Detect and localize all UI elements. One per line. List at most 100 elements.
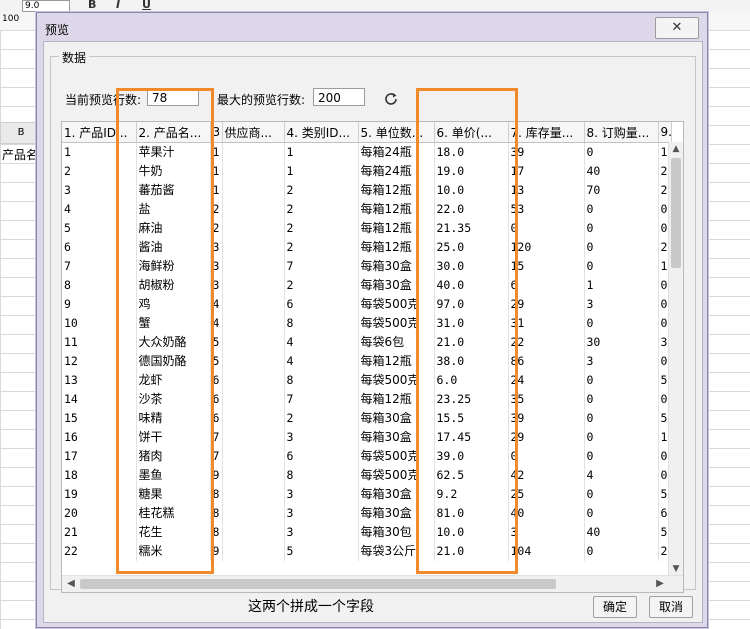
preview-table-container[interactable]: 1. 产品ID... 2. 产品名... 3 供应商... 4. 类别ID... 5. 单… [61,121,684,593]
table-row[interactable]: 10 蟹 4 8 每袋500克 31.0 31 0 0 [62,314,672,333]
column-header[interactable]: 1. 产品ID... [62,122,137,143]
table-cell: 104 [508,542,585,561]
table-cell: 7 [62,257,137,276]
column-header[interactable]: 6. 单价(... [434,122,509,143]
table-row[interactable]: 4 盐 2 2 每箱12瓶 22.0 53 0 0 [62,200,672,219]
table-cell: 16 [62,428,137,447]
table-cell: 每箱30盒 [358,428,435,447]
table-row[interactable]: 22糯米95每袋3公斤21.0104025 [62,542,672,561]
table-cell: 0 [584,485,659,504]
underline-button[interactable]: U [142,0,151,11]
table-row[interactable]: 1苹果汁11每箱24瓶18.039010 [62,142,672,162]
table-row[interactable]: 11大众奶酪54每袋6包21.0223030 [62,333,672,352]
table-cell: 鸡 [136,295,211,314]
vertical-scroll-thumb[interactable] [671,158,681,268]
table-cell: 70 [584,181,659,200]
table-row[interactable]: 12 德国奶酪 5 4 每箱12瓶 38.0 86 3 0 [62,352,672,371]
table-row[interactable]: 15 味精 6 2 每箱30盒 15.5 39 0 5 [62,409,672,428]
table-row[interactable]: 20 桂花糕 8 3 每箱30盒 81.0 40 0 6 [62,504,672,523]
table-cell: 8 [210,523,223,542]
table-cell: 7 [210,447,223,466]
table-cell: 桂花糕 [136,504,211,523]
table-cell: 5 [62,219,137,238]
table-cell: 3 [284,504,359,523]
table-cell: 10 [62,314,137,333]
table-cell: 蟹 [136,314,211,333]
table-cell: 0 [584,314,659,333]
bold-button[interactable]: B [88,0,96,11]
table-row[interactable]: 21 花生 8 3 每箱30包 10.0 3 40 5 [62,523,672,542]
table-cell [222,523,285,542]
table-row[interactable]: 3蕃茄酱12每箱12瓶10.0137025 [62,181,672,200]
column-header[interactable]: 9. [658,122,672,143]
italic-button[interactable]: I [116,0,120,11]
table-row[interactable]: 17 猪肉 7 6 每袋500克 39.0 0 0 0 [62,447,672,466]
table-cell: 每箱30盒 [358,485,435,504]
close-button[interactable]: ✕ [655,17,699,39]
table-cell: 25.0 [434,238,509,257]
table-row[interactable]: 9 鸡 4 6 每袋500克 97.0 29 3 0 [62,295,672,314]
scroll-right-icon[interactable]: ▶ [653,577,667,591]
table-cell: 13 [508,181,585,200]
table-row[interactable]: 16饼干73每箱30盒17.4529010 [62,428,672,447]
max-rows-field[interactable]: 200 [313,88,365,106]
table-cell: 31 [508,314,585,333]
table-cell: 0 [584,409,659,428]
column-header[interactable]: 7. 库存量... [508,122,585,143]
scroll-left-icon[interactable]: ◀ [64,577,78,591]
font-size-combo[interactable]: 9.0 [22,0,70,12]
column-header[interactable]: 3 [210,122,223,143]
table-row[interactable]: 14 沙茶 6 7 每箱12瓶 23.25 35 0 0 [62,390,672,409]
table-cell [222,504,285,523]
table-cell: 0 [584,390,659,409]
table-cell: 每箱12瓶 [358,181,435,200]
table-cell: 29 [508,295,585,314]
scroll-up-icon[interactable]: ▲ [669,142,683,156]
column-header[interactable]: 供应商... [222,122,285,143]
table-cell: 22 [508,333,585,352]
column-header[interactable]: 5. 单位数... [358,122,435,143]
cancel-button[interactable]: 取消 [649,596,693,618]
table-cell: 9 [210,466,223,485]
table-cell: 31.0 [434,314,509,333]
group-title: 数据 [59,49,90,66]
horizontal-scroll-thumb[interactable] [80,579,556,589]
vertical-scrollbar[interactable]: ▲ ▼ [668,142,683,576]
table-cell: 5 [210,352,223,371]
table-row[interactable]: 18 墨鱼 9 8 每袋500克 62.5 42 4 0 [62,466,672,485]
table-cell [222,276,285,295]
dialog-titlebar[interactable]: 预览 ✕ [37,13,707,41]
table-cell: 大众奶酪 [136,333,211,352]
column-header[interactable]: 4. 类别ID... [284,122,359,143]
table-cell: 每袋500克 [358,447,435,466]
table-cell: 21.0 [434,542,509,561]
refresh-icon[interactable] [383,91,399,107]
table-row[interactable]: 2牛奶11每箱24瓶19.0174025 [62,162,672,181]
column-header[interactable]: 2. 产品名... [136,122,211,143]
table-cell: 7 [284,390,359,409]
ruler-label: 100 [2,14,20,24]
table-cell: 6 [210,409,223,428]
table-row[interactable]: 6酱油32每箱12瓶25.0120025 [62,238,672,257]
table-row[interactable]: 7海鲜粉37每箱30盒30.015010 [62,257,672,276]
table-cell: 11 [62,333,137,352]
table-cell: 0 [508,219,585,238]
column-header[interactable]: 8. 订购量... [584,122,659,143]
table-row[interactable]: 5 麻油 2 2 每箱12瓶 21.35 0 0 0 [62,219,672,238]
table-cell: 8 [284,466,359,485]
horizontal-scrollbar[interactable]: ◀ ▶ [62,575,683,592]
scroll-down-icon[interactable]: ▼ [669,562,683,576]
current-rows-field[interactable]: 78 [147,88,199,106]
table-cell: 糖果 [136,485,211,504]
table-row[interactable]: 8 胡椒粉 3 2 每箱30盒 40.0 6 1 0 [62,276,672,295]
ok-button[interactable]: 确定 [593,596,637,618]
table-row[interactable]: 19 糖果 8 3 每箱30盒 9.2 25 0 5 [62,485,672,504]
current-rows-label: 当前预览行数: [65,93,142,107]
table-row[interactable]: 13 龙虾 6 8 每袋500克 6.0 24 0 5 [62,371,672,390]
table-cell: 40 [508,504,585,523]
table-cell: 蕃茄酱 [136,181,211,200]
table-cell: 2 [62,162,137,181]
table-cell: 35 [508,390,585,409]
table-cell: 14 [62,390,137,409]
table-cell: 2 [210,200,223,219]
